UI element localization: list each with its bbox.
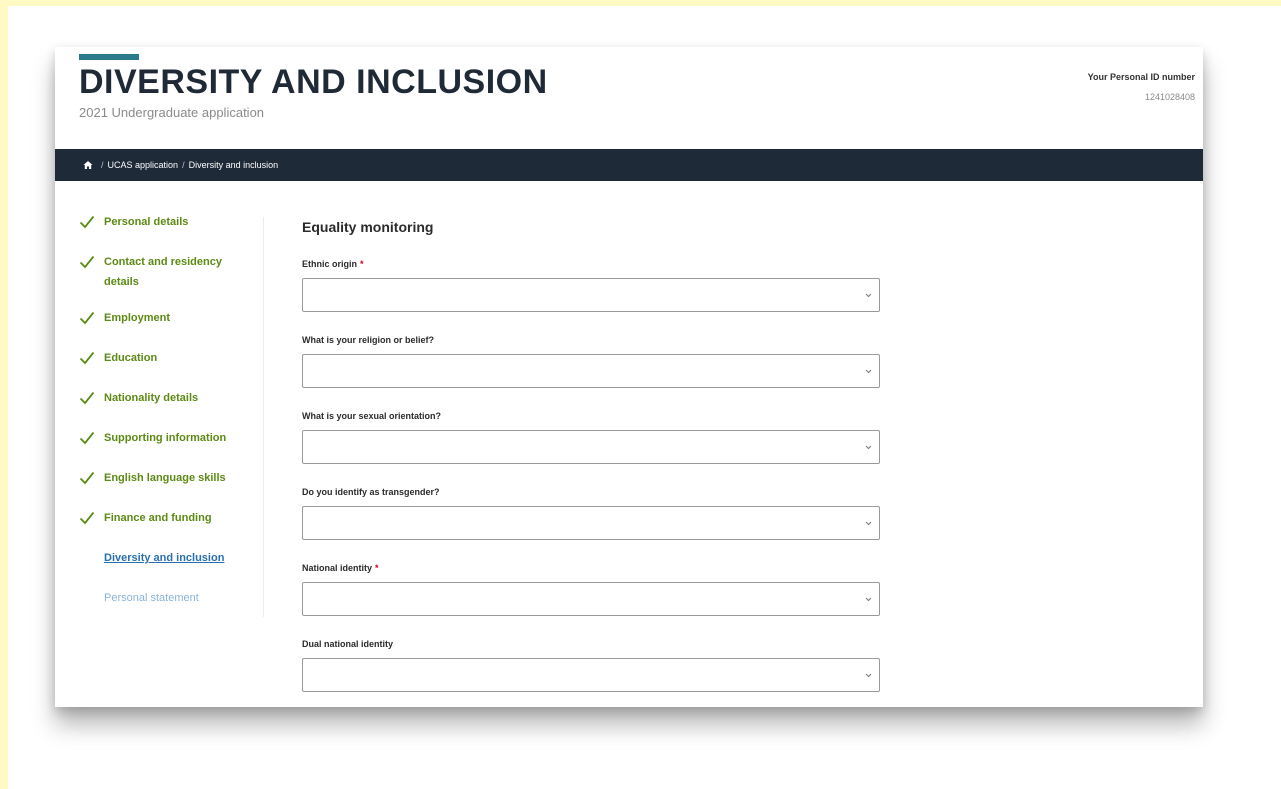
chevron-down-icon [865,597,872,602]
checkmark-icon [79,255,95,269]
checkmark-icon [79,471,95,485]
chevron-down-icon [865,521,872,526]
chevron-down-icon [865,673,872,678]
sidebar-item-personal-details[interactable]: Personal details [79,212,267,252]
sidebar-item-label: Nationality details [104,392,199,404]
personal-id-value: 1241028408 [1144,92,1195,102]
checkmark-icon [79,391,95,405]
page-background-top [0,0,1281,6]
page-background-left [0,0,8,789]
sexual-orientation-select[interactable] [302,430,880,464]
dual-national-identity-field: Dual national identity [302,637,882,692]
sidebar-item-nationality-details[interactable]: Nationality details [79,388,267,428]
title-accent-bar [79,54,139,60]
sidebar-item-label: English language skills [104,472,226,484]
dual-national-identity-select[interactable] [302,658,880,692]
field-label: What is your sexual orientation? [302,411,442,421]
sidebar-item-english-language-skills[interactable]: English language skills [79,468,267,508]
national-identity-field: National identity * [302,561,882,616]
breadcrumb-separator: / [182,160,185,170]
required-marker: * [360,259,364,269]
breadcrumb-diversity-and-inclusion[interactable]: Diversity and inclusion [189,160,279,170]
page-subtitle: 2021 Undergraduate application [79,105,265,120]
checkmark-icon [79,215,95,229]
sidebar-item-label: Personal statement [104,592,199,604]
field-label: National identity * [302,561,882,575]
equality-monitoring-form: Equality monitoring Ethnic origin * What … [302,219,882,707]
field-label: Ethnic origin * [302,257,882,271]
sexual-orientation-field: What is your sexual orientation? [302,409,882,464]
checkmark-icon [79,311,95,325]
religion-select[interactable] [302,354,880,388]
sidebar-item-label: Contact and residency details [104,256,222,288]
sidebar-item-supporting-information[interactable]: Supporting information [79,428,267,468]
chevron-down-icon [865,369,872,374]
checkmark-icon [79,511,95,525]
sidebar-item-label: Supporting information [104,432,227,444]
application-window: DIVERSITY AND INCLUSION 2021 Undergradua… [55,47,1203,707]
checkmark-icon [79,351,95,365]
required-marker: * [375,563,379,573]
breadcrumb: / UCAS application / Diversity and inclu… [55,149,1203,181]
transgender-select[interactable] [302,506,880,540]
sidebar-item-label: Employment [104,312,171,324]
sidebar-item-label: Finance and funding [104,512,212,524]
field-label: Do you identify as transgender? [302,487,440,497]
sidebar-item-diversity-and-inclusion[interactable]: Diversity and inclusion [79,548,267,588]
ethnic-origin-select[interactable] [302,278,880,312]
section-title: Equality monitoring [302,219,434,235]
sidebar-nav: Personal details Contact and residency d… [79,212,267,628]
sidebar-item-employment[interactable]: Employment [79,308,267,348]
field-label: Dual national identity [302,639,394,649]
breadcrumb-ucas-application[interactable]: UCAS application [108,160,179,170]
transgender-field: Do you identify as transgender? [302,485,882,540]
chevron-down-icon [865,445,872,450]
sidebar-item-contact-and-residency-details[interactable]: Contact and residency details [79,252,267,308]
personal-id-label: Your Personal ID number [1087,72,1195,82]
home-icon[interactable] [83,160,93,170]
national-identity-select[interactable] [302,582,880,616]
chevron-down-icon [865,293,872,298]
field-label-text: National identity [302,563,373,573]
sidebar-item-education[interactable]: Education [79,348,267,388]
sidebar-item-label: Education [104,352,158,364]
sidebar-item-label: Personal details [104,216,189,228]
sidebar-item-label: Diversity and inclusion [104,552,225,564]
ethnic-origin-field: Ethnic origin * [302,257,882,312]
sidebar-item-personal-statement[interactable]: Personal statement [79,588,267,628]
sidebar-item-finance-and-funding[interactable]: Finance and funding [79,508,267,548]
page-title: DIVERSITY AND INCLUSION [79,63,548,101]
field-label: What is your religion or belief? [302,335,435,345]
breadcrumb-separator: / [101,160,104,170]
checkmark-icon [79,431,95,445]
field-label-text: Ethnic origin [302,259,357,269]
religion-field: What is your religion or belief? [302,333,882,388]
